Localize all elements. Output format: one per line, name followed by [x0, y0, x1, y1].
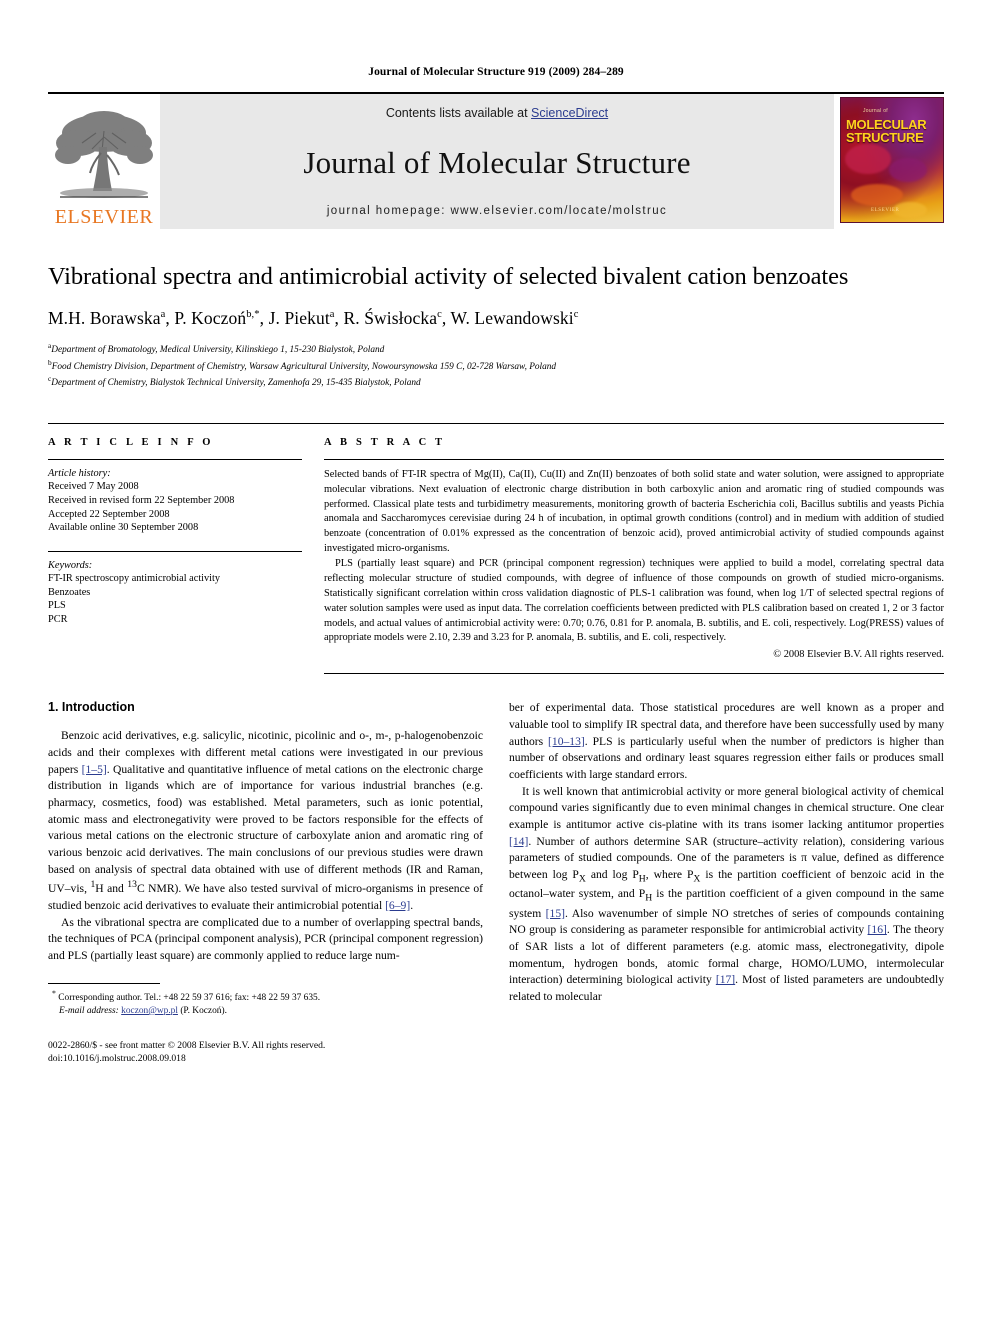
- keyword-item: FT-IR spectroscopy antimicrobial activit…: [48, 573, 221, 585]
- imprint-block: 0022-2860/$ - see front matter © 2008 El…: [48, 1040, 483, 1066]
- history-item: Received in revised form 22 September 20…: [48, 495, 235, 507]
- elsevier-wordmark: ELSEVIER: [54, 206, 154, 228]
- abstract-body: Selected bands of FT-IR spectra of Mg(II…: [324, 460, 944, 663]
- contents-available-line: Contents lists available at ScienceDirec…: [386, 106, 608, 120]
- introduction-text-right: ber of experimental data. Those statisti…: [509, 700, 944, 1005]
- citation-link[interactable]: [16]: [868, 923, 887, 936]
- sciencedirect-link[interactable]: ScienceDirect: [531, 106, 608, 120]
- article-history-label: Article history:: [48, 467, 111, 479]
- cover-publisher: ELSEVIER: [871, 208, 900, 213]
- author-affiliation-mark: a: [160, 309, 166, 321]
- cover-artwork: Journal of MOLECULAR STRUCTURE ELSEVIER: [840, 97, 944, 223]
- article-info-column: A R T I C L E I N F O Article history: R…: [48, 437, 324, 674]
- journal-cover-thumbnail: Journal of MOLECULAR STRUCTURE ELSEVIER: [840, 94, 944, 229]
- citation-link[interactable]: [14]: [509, 835, 528, 848]
- subscript: H: [638, 873, 646, 885]
- footnote-area: * Corresponding author. Tel.: +48 22 59 …: [48, 982, 483, 1066]
- journal-homepage: journal homepage: www.elsevier.com/locat…: [326, 205, 668, 217]
- citation-link[interactable]: [10–13]: [548, 735, 585, 748]
- title-block: Vibrational spectra and antimicrobial ac…: [48, 229, 944, 391]
- author: R. Świsłockac: [343, 308, 442, 329]
- article-info-heading: A R T I C L E I N F O: [48, 436, 214, 448]
- info-abstract-section: A R T I C L E I N F O Article history: R…: [48, 422, 944, 675]
- citation-link[interactable]: [6–9]: [385, 899, 410, 912]
- cover-title: MOLECULAR STRUCTURE: [846, 118, 938, 144]
- cover-top-word: Journal of: [863, 108, 888, 114]
- journal-title: Journal of Molecular Structure: [303, 144, 691, 180]
- body-column-right: ber of experimental data. Those statisti…: [509, 700, 944, 1066]
- abstract-heading: A B S T R A C T: [324, 436, 446, 448]
- corresponding-author-note: * Corresponding author. Tel.: +48 22 59 …: [52, 988, 321, 1016]
- article-title: Vibrational spectra and antimicrobial ac…: [48, 263, 849, 290]
- history-item: Available online 30 September 2008: [48, 522, 199, 534]
- journal-band: Contents lists available at ScienceDirec…: [160, 94, 834, 229]
- affiliation-list: aDepartment of Bromatology, Medical Univ…: [48, 341, 944, 391]
- affiliation: bFood Chemistry Division, Department of …: [48, 357, 557, 372]
- contents-prefix: Contents lists available at: [385, 106, 532, 120]
- affiliation: cDepartment of Chemistry, Bialystok Tech…: [48, 374, 421, 389]
- author: W. Lewandowskic: [450, 308, 579, 329]
- author-affiliation-mark: b,*: [246, 309, 260, 321]
- citation-link[interactable]: [15]: [546, 907, 565, 920]
- author-affiliation-mark: c: [437, 309, 442, 321]
- citation-link[interactable]: [1–5]: [82, 763, 107, 776]
- subscript: X: [578, 873, 586, 885]
- imprint-line: doi:10.1016/j.molstruc.2008.09.018: [48, 1053, 186, 1065]
- superscript: 13: [127, 879, 137, 891]
- keywords-label: Keywords:: [48, 559, 93, 571]
- abstract-paragraph: Selected bands of FT-IR spectra of Mg(II…: [324, 468, 944, 555]
- journal-masthead: ELSEVIER Contents lists available at Sci…: [48, 92, 944, 229]
- email-link[interactable]: koczon@wp.pl: [121, 1006, 178, 1016]
- author-affiliation-mark: a: [329, 309, 335, 321]
- keyword-item: PCR: [48, 614, 68, 626]
- section-heading-introduction: 1. Introduction: [48, 700, 135, 715]
- footnote-divider: [48, 982, 160, 984]
- divider: [324, 673, 944, 675]
- cover-title-line2: STRUCTURE: [846, 130, 924, 145]
- history-item: Accepted 22 September 2008: [48, 508, 170, 520]
- introduction-text-left: Benzoic acid derivatives, e.g. salicylic…: [48, 728, 483, 964]
- running-head: Journal of Molecular Structure 919 (2009…: [368, 66, 624, 78]
- history-item: Received 7 May 2008: [48, 481, 139, 493]
- citation-link[interactable]: [17]: [716, 973, 735, 986]
- author-affiliation-mark: c: [573, 309, 579, 321]
- author-list: M.H. Borawskaa, P. Koczońb,*, J. Piekuta…: [48, 308, 579, 329]
- affiliation: aDepartment of Bromatology, Medical Univ…: [48, 341, 385, 356]
- keyword-item: PLS: [48, 600, 66, 612]
- elsevier-tree-icon: [52, 103, 156, 207]
- author: P. Koczońb,*: [174, 308, 260, 329]
- author: M.H. Borawskaa: [48, 308, 166, 329]
- paragraph: Benzoic acid derivatives, e.g. salicylic…: [48, 729, 483, 912]
- body-column-left: 1. Introduction Benzoic acid derivatives…: [48, 700, 483, 1066]
- email-label: E-mail address:: [59, 1006, 119, 1016]
- elsevier-logo: ELSEVIER: [48, 94, 160, 229]
- paper-page: Journal of Molecular Structure 919 (2009…: [0, 0, 992, 1323]
- body-columns: 1. Introduction Benzoic acid derivatives…: [48, 700, 944, 1066]
- author: J. Piekuta: [268, 308, 335, 329]
- abstract-copyright: © 2008 Elsevier B.V. All rights reserved…: [773, 649, 944, 661]
- imprint-line: 0022-2860/$ - see front matter © 2008 El…: [48, 1040, 326, 1052]
- paragraph: ber of experimental data. Those statisti…: [509, 701, 945, 781]
- article-history-group: Article history: Received 7 May 2008 Rec…: [48, 460, 302, 535]
- paragraph: It is well known that antimicrobial acti…: [509, 784, 944, 1004]
- keywords-group: Keywords: FT-IR spectroscopy antimicrobi…: [48, 552, 302, 627]
- keyword-item: Benzoates: [48, 586, 91, 598]
- paragraph: As the vibrational spectra are complicat…: [48, 915, 483, 963]
- abstract-paragraph: PLS (partially least square) and PCR (pr…: [324, 558, 944, 644]
- abstract-column: A B S T R A C T Selected bands of FT-IR …: [324, 436, 944, 675]
